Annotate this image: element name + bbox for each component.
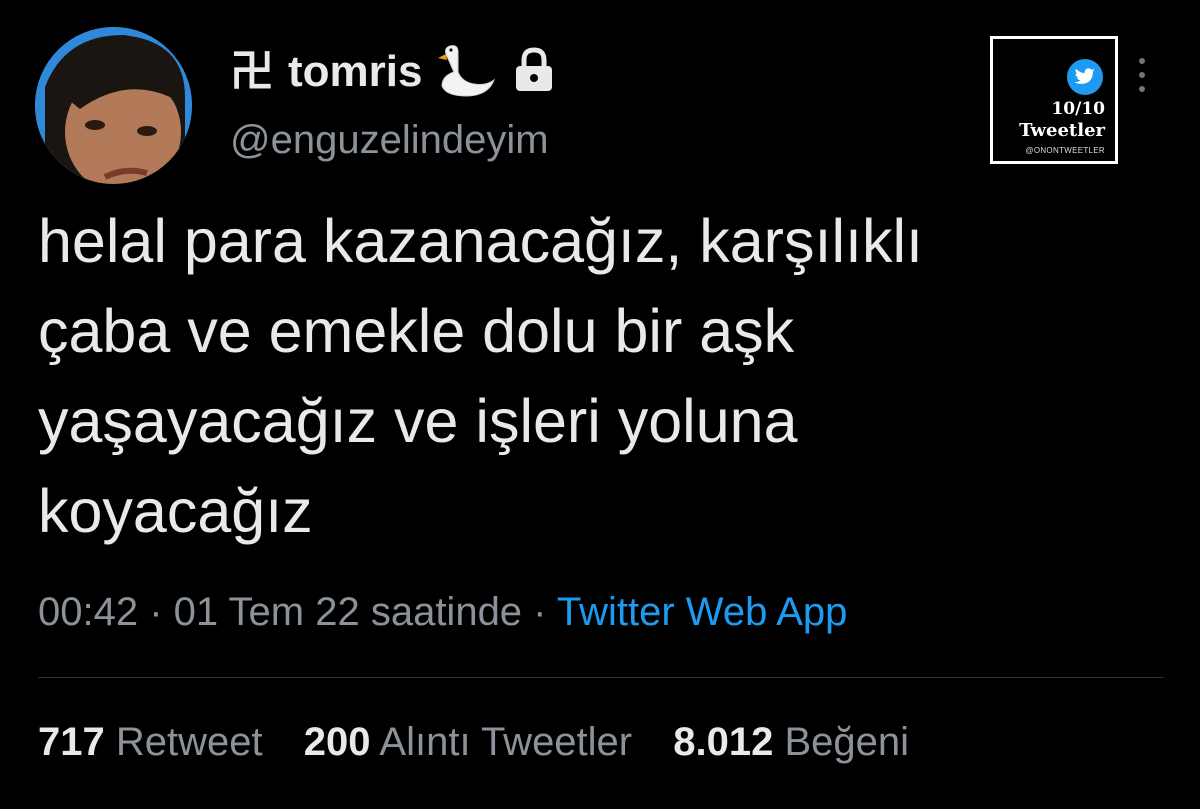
more-dot (1139, 58, 1145, 64)
tweet-text: helal para kazanacağız, karşılıklı çaba … (38, 207, 923, 545)
tweet-stats: 717 Retweet 200 Alıntı Tweetler 8.012 Be… (38, 718, 909, 766)
more-dot (1139, 86, 1145, 92)
name-symbol: 卍 (230, 47, 274, 96)
quote-label: Alıntı Tweetler (379, 720, 633, 764)
lock-icon (512, 46, 556, 98)
like-stat[interactable]: 8.012 Beğeni (673, 720, 909, 764)
avatar[interactable] (35, 27, 192, 184)
like-count: 8.012 (673, 720, 774, 764)
display-name[interactable]: 卍 tomris (230, 42, 556, 102)
meta-separator: · (522, 590, 557, 634)
more-dot (1139, 72, 1145, 78)
retweet-count: 717 (38, 720, 105, 764)
badge-count: 10/10 (1051, 99, 1105, 119)
like-label: Beğeni (784, 720, 910, 764)
tweet-time[interactable]: 00:42 (38, 590, 138, 634)
divider (38, 677, 1164, 678)
twitter-bird-icon (1067, 59, 1103, 95)
quote-count: 200 (303, 720, 371, 764)
avatar-photo (35, 27, 192, 184)
user-handle[interactable]: @enguzelindeyim (230, 120, 549, 160)
swan-icon (436, 42, 498, 103)
tweet-source-link[interactable]: Twitter Web App (557, 590, 848, 634)
watermark-badge: 10/10 Tweetler @ONONTWEETLER (990, 36, 1118, 164)
quote-stat[interactable]: 200 Alıntı Tweetler (304, 720, 632, 764)
tweet-date[interactable]: 01 Tem 22 saatinde (174, 590, 522, 634)
tweet-meta: 00:42 · 01 Tem 22 saatinde · Twitter Web… (38, 588, 847, 636)
more-options-icon[interactable] (1136, 58, 1148, 92)
meta-separator: · (138, 590, 174, 634)
badge-title: Tweetler (1019, 120, 1105, 141)
retweet-label: Retweet (115, 720, 263, 764)
retweet-stat[interactable]: 717 Retweet (38, 720, 263, 764)
user-name[interactable]: tomris (288, 50, 422, 94)
badge-handle: @ONONTWEETLER (1025, 146, 1105, 155)
